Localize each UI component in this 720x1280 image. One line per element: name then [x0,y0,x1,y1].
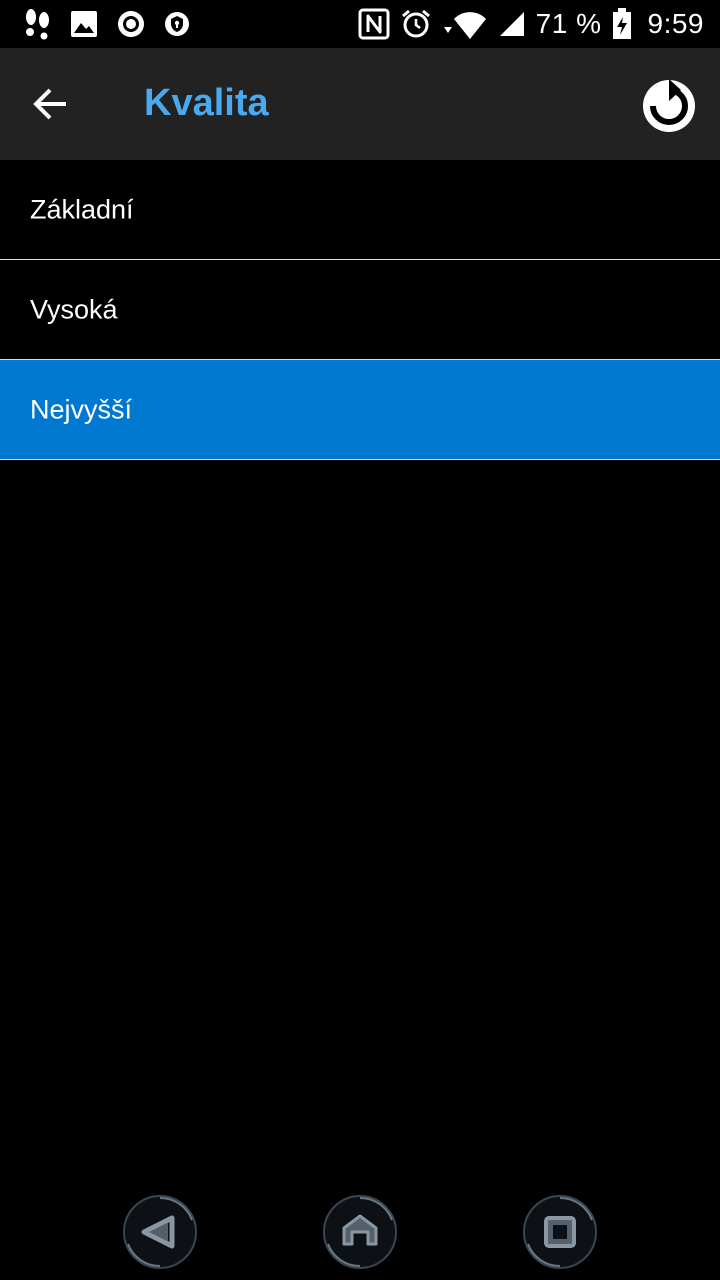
shield-icon [165,12,189,36]
toolbar: Kvalita [0,48,720,160]
alarm-icon [401,9,430,38]
footprints-icon [26,9,49,40]
quality-option-label: Základní [30,194,134,224]
page-title: Kvalita [144,82,269,124]
system-icons: 71 % 9:59 [358,8,704,40]
clock: 9:59 [647,8,704,39]
notification-icons [22,8,190,40]
back-button[interactable] [20,74,80,134]
quality-options-list: Základní Vysoká Nejvyšší [0,160,720,460]
cell-signal-icon [499,12,524,36]
quality-option-label: Nejvyšší [30,394,133,424]
nav-back-icon[interactable] [120,1192,200,1272]
nav-recents-icon[interactable] [520,1192,600,1272]
battery-percentage: 71 % [535,8,602,39]
quality-option-vysoka[interactable]: Vysoká [0,260,720,360]
refresh-icon [643,79,695,132]
quality-option-nejvyssi[interactable]: Nejvyšší [0,360,720,460]
reset-button[interactable] [634,68,704,138]
image-icon [71,11,97,37]
quality-option-label: Vysoká [30,294,118,324]
nav-home-icon[interactable] [320,1192,400,1272]
arrow-left-icon [33,88,66,120]
record-icon [118,11,144,37]
wifi-icon [443,12,486,39]
nfc-icon [358,8,390,40]
quality-option-zakladni[interactable]: Základní [0,160,720,260]
status-bar: 71 % 9:59 [0,0,720,48]
navigation-bar [0,1180,720,1280]
battery-charging-icon [612,8,631,39]
